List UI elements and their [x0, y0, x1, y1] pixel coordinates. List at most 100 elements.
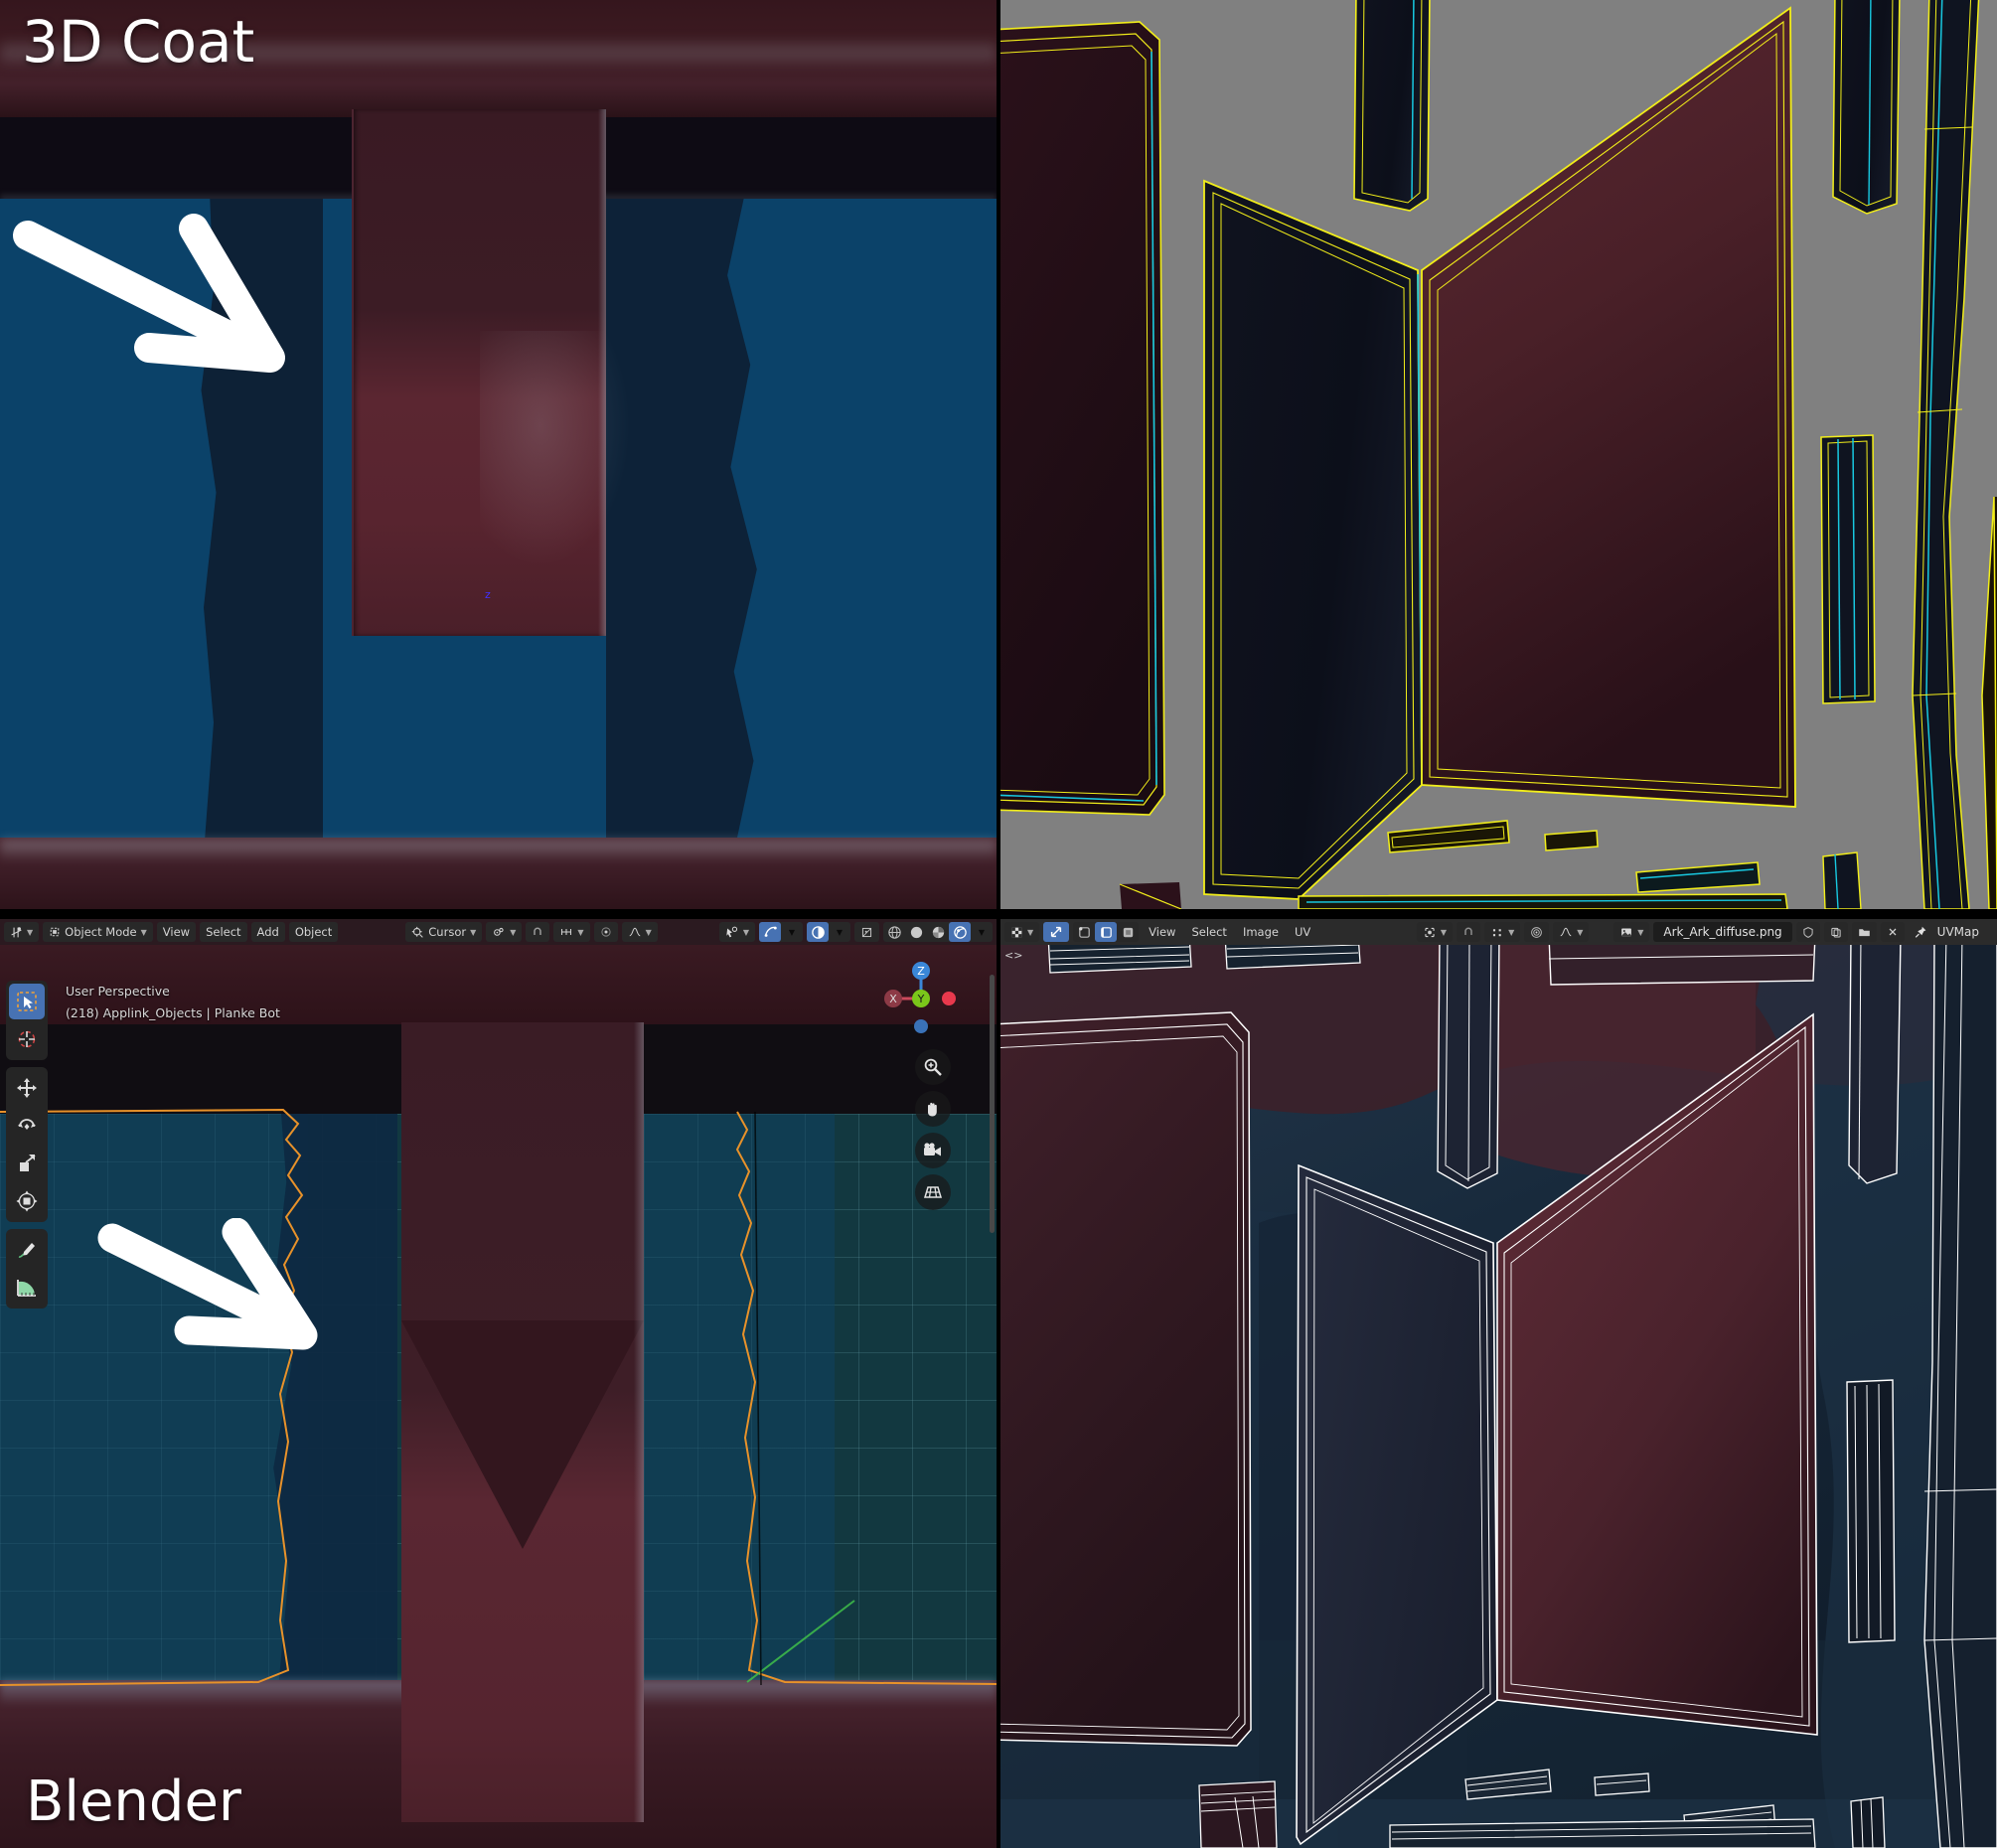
measure-tool[interactable]: [9, 1270, 45, 1306]
panel-uv-editor: ▼ View Select Image UV ▼ ▼ ▼ ▼ Ark_Ark_d…: [1000, 919, 1997, 1848]
panel-uv-wireframe-viewport: [1000, 0, 1997, 909]
toggle-shading-panel-icon[interactable]: [854, 922, 879, 942]
object-mode-label: Object Mode: [65, 925, 137, 939]
tweak-select-box-tool[interactable]: [9, 984, 45, 1019]
scale-tool[interactable]: [9, 1146, 45, 1181]
menu-uv[interactable]: UV: [1289, 922, 1316, 942]
tool-group-annotate[interactable]: [6, 1229, 48, 1309]
shading-wireframe-icon[interactable]: [883, 922, 905, 942]
transform-orientation-icon[interactable]: ▼: [486, 922, 523, 942]
viewport-scene-info-label: (218) Applink_Objects | Planke Bot: [66, 1005, 280, 1020]
proportional-editing-icon-uv[interactable]: [1524, 922, 1550, 942]
image-name-field[interactable]: Ark_Ark_diffuse.png: [1653, 922, 1792, 942]
uv-editor-svg: <>: [1000, 945, 1997, 1848]
uv-island-top-strip: [1353, 0, 1431, 212]
shading-mode-group[interactable]: ▼: [883, 922, 993, 942]
cursor-tool[interactable]: [9, 1021, 45, 1057]
overlays-dropdown[interactable]: ▼: [781, 922, 803, 942]
browse-image-icon[interactable]: ▼: [1613, 922, 1650, 942]
overlays-icon[interactable]: [759, 922, 781, 942]
edge-select-icon[interactable]: [1095, 922, 1118, 942]
uv-island-left: [1000, 21, 1165, 816]
pan-hand-icon[interactable]: [915, 1091, 951, 1127]
panel-3dcoat-viewport: z 3D Coat: [0, 0, 997, 909]
snap-target-icon-uv[interactable]: ▼: [1484, 922, 1521, 942]
svg-text:Z: Z: [917, 965, 925, 978]
xray-dropdown[interactable]: ▼: [829, 922, 850, 942]
falloff-curve-icon[interactable]: ▼: [621, 922, 658, 942]
menu-select-uv[interactable]: Select: [1185, 922, 1232, 942]
open-folder-icon[interactable]: [1851, 922, 1877, 942]
shading-rendered-icon[interactable]: [949, 922, 971, 942]
axis-marker-z: z: [485, 588, 491, 601]
uv-island-top-strip-br: [1437, 945, 1500, 1189]
shading-material-preview-icon[interactable]: [927, 922, 949, 942]
xray-group[interactable]: ▼: [807, 922, 850, 942]
editor-type-icon[interactable]: ▼: [4, 922, 40, 942]
tool-group-transform[interactable]: [6, 1067, 48, 1222]
falloff-curve-icon-uv[interactable]: ▼: [1553, 922, 1590, 942]
menu-view[interactable]: View: [156, 922, 197, 942]
uv-select-mode-group[interactable]: [1073, 922, 1140, 942]
svg-text:X: X: [889, 993, 897, 1005]
blender-3dview-header: ▼ Object Mode ▼ View Select Add Object C…: [0, 919, 997, 945]
overlays-group[interactable]: ▼: [759, 922, 803, 942]
blender-viewport-canvas[interactable]: User Perspective (218) Applink_Objects |…: [0, 945, 997, 1848]
zoom-icon[interactable]: [915, 1049, 951, 1085]
move-tool[interactable]: [9, 1070, 45, 1106]
show-gizmo-icon[interactable]: ▼: [718, 922, 755, 942]
wood-beam-bottom: [0, 838, 997, 909]
tool-group-select[interactable]: [6, 981, 48, 1060]
uv-editor-canvas[interactable]: <>: [1000, 945, 1997, 1848]
proportional-editing-icon[interactable]: [593, 922, 618, 942]
svg-text:Y: Y: [917, 993, 925, 1005]
camera-view-icon[interactable]: [915, 1133, 951, 1168]
transform-pivot-selector[interactable]: Cursor ▼: [405, 922, 483, 942]
rotate-tool[interactable]: [9, 1108, 45, 1144]
shading-solid-icon[interactable]: [905, 922, 927, 942]
menu-view-uv[interactable]: View: [1143, 922, 1181, 942]
panel-label-3dcoat: 3D Coat: [22, 8, 255, 76]
pivot-point-icon[interactable]: ▼: [1416, 922, 1454, 942]
viewport-scrollbar[interactable]: [990, 975, 995, 1233]
menu-object[interactable]: Object: [288, 922, 339, 942]
panel-blender-3d-viewport: ▼ Object Mode ▼ View Select Add Object C…: [0, 919, 997, 1848]
shadow-column-left: [201, 199, 323, 838]
transform-tool[interactable]: [9, 1183, 45, 1219]
viewport-perspective-label: User Perspective: [66, 984, 170, 999]
shield-fake-user-icon[interactable]: [1795, 922, 1820, 942]
pivot-label: Cursor: [428, 925, 467, 939]
vertex-select-icon[interactable]: [1073, 922, 1095, 942]
uv-sync-selection-icon[interactable]: [1043, 922, 1070, 942]
unlink-x-icon[interactable]: [1880, 922, 1905, 942]
red-plank-mesh: [352, 109, 632, 636]
toggle-orthographic-icon[interactable]: [915, 1174, 951, 1210]
duplicate-image-icon[interactable]: [1823, 922, 1848, 942]
uvmap-label: UVMap: [1936, 925, 1979, 939]
menu-image-uv[interactable]: Image: [1237, 922, 1285, 942]
red-plank-mesh-bl: [401, 1022, 644, 1822]
uv-editor-type-icon[interactable]: ▼: [1004, 922, 1040, 942]
snap-target-icon[interactable]: ▼: [553, 922, 590, 942]
face-select-icon[interactable]: [1117, 922, 1139, 942]
menu-add[interactable]: Add: [250, 922, 285, 942]
svg-text:<>: <>: [1004, 949, 1022, 962]
snap-magnet-icon[interactable]: [526, 922, 550, 942]
blender-tool-shelf[interactable]: [6, 981, 48, 1309]
navigation-gizmo[interactable]: Z X Y: [875, 953, 967, 1044]
shading-dropdown[interactable]: ▼: [971, 922, 993, 942]
panel-label-blender: Blender: [26, 1770, 241, 1834]
uv-wireframe-svg: [1000, 0, 1997, 909]
shadow-column-bl: [273, 1114, 397, 1685]
uv-editor-header: ▼ View Select Image UV ▼ ▼ ▼ ▼ Ark_Ark_d…: [1000, 919, 1997, 945]
object-mode-selector[interactable]: Object Mode ▼: [43, 922, 153, 942]
uv-island-left-br: [1000, 1011, 1252, 1747]
annotate-tool[interactable]: [9, 1232, 45, 1268]
toggle-xray-icon[interactable]: [807, 922, 829, 942]
snap-magnet-icon-uv[interactable]: [1457, 922, 1481, 942]
menu-select[interactable]: Select: [200, 922, 247, 942]
blue-wall-right-bl: [616, 1114, 835, 1685]
pin-icon[interactable]: [1909, 922, 1933, 942]
viewport-info-text: User Perspective (218) Applink_Objects |…: [66, 981, 280, 1024]
uv-island-center-left-face: [1203, 179, 1423, 900]
